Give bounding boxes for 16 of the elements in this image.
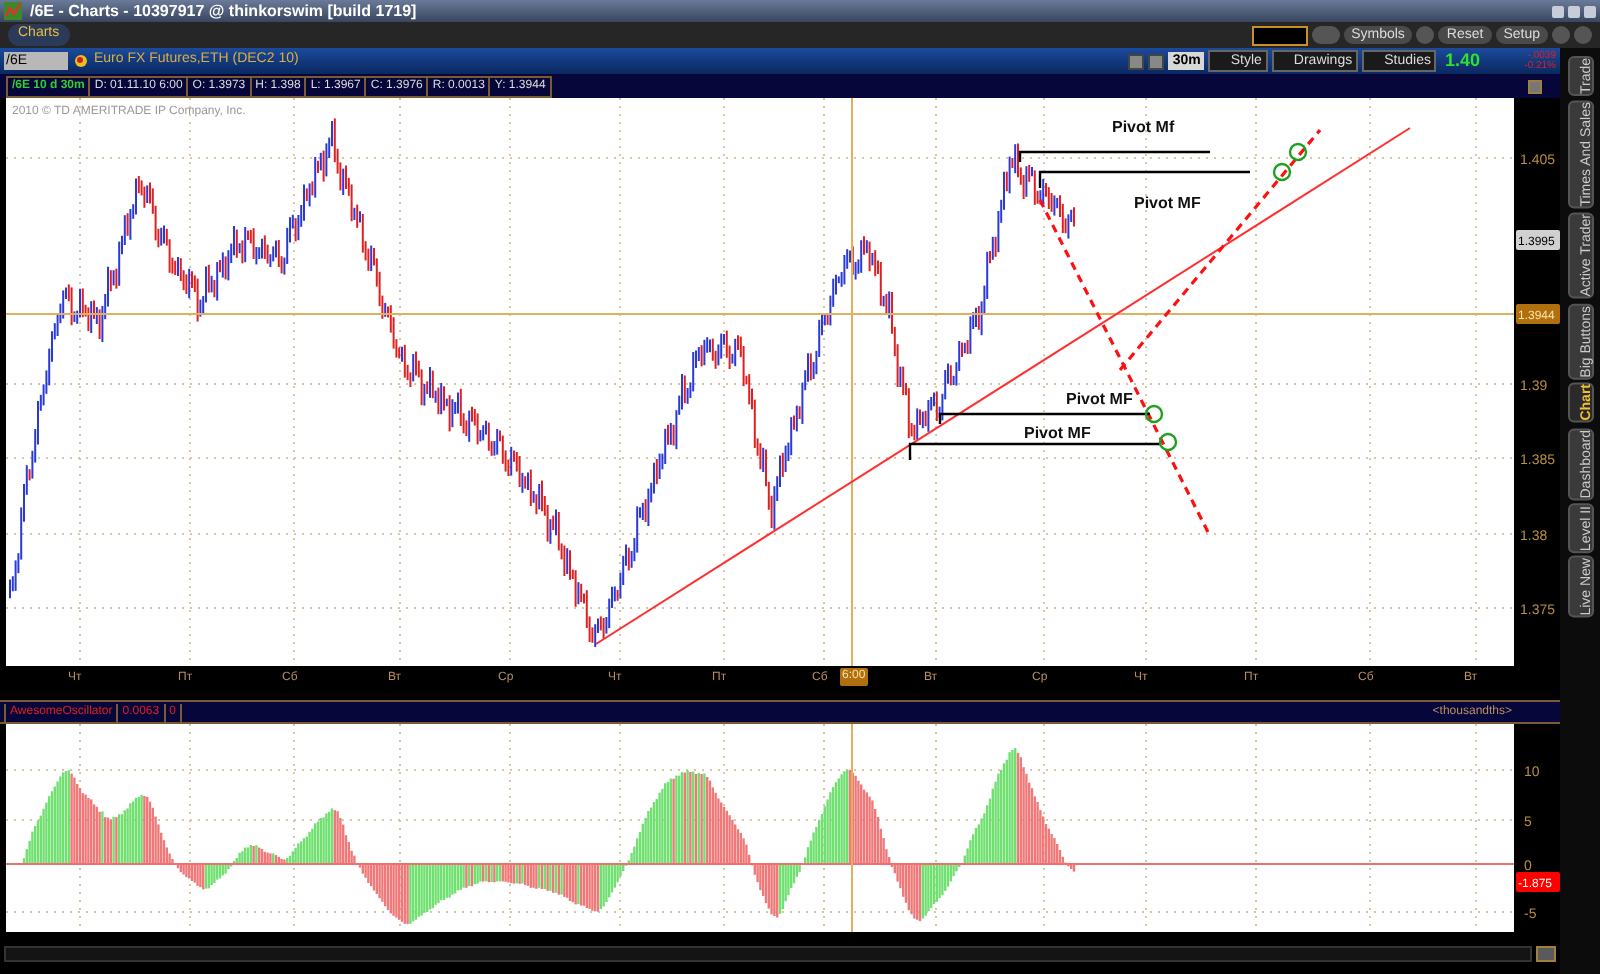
pivot-label: Pivot MF xyxy=(1134,194,1201,212)
window-title: /6E - Charts - 10397917 @ thinkorswim [build 1719] xyxy=(30,3,417,19)
scrollbar[interactable] xyxy=(4,945,1532,961)
circle-marker xyxy=(1272,162,1292,182)
close-button[interactable] xyxy=(1584,5,1596,17)
app-icon xyxy=(4,2,22,20)
minimize-button[interactable] xyxy=(1552,5,1564,17)
circle-marker xyxy=(1144,404,1164,424)
pivot-label: Pivot MF xyxy=(1066,390,1133,408)
symbol-box[interactable] xyxy=(1251,25,1308,45)
maximize-button[interactable] xyxy=(1568,5,1580,17)
circle-marker xyxy=(1158,432,1178,452)
circle-marker xyxy=(1288,142,1308,162)
last-price: 1.40 xyxy=(1444,47,1480,74)
pivot-label: Pivot Mf xyxy=(1112,118,1175,136)
pivot-label: Pivot MF xyxy=(1024,424,1091,442)
